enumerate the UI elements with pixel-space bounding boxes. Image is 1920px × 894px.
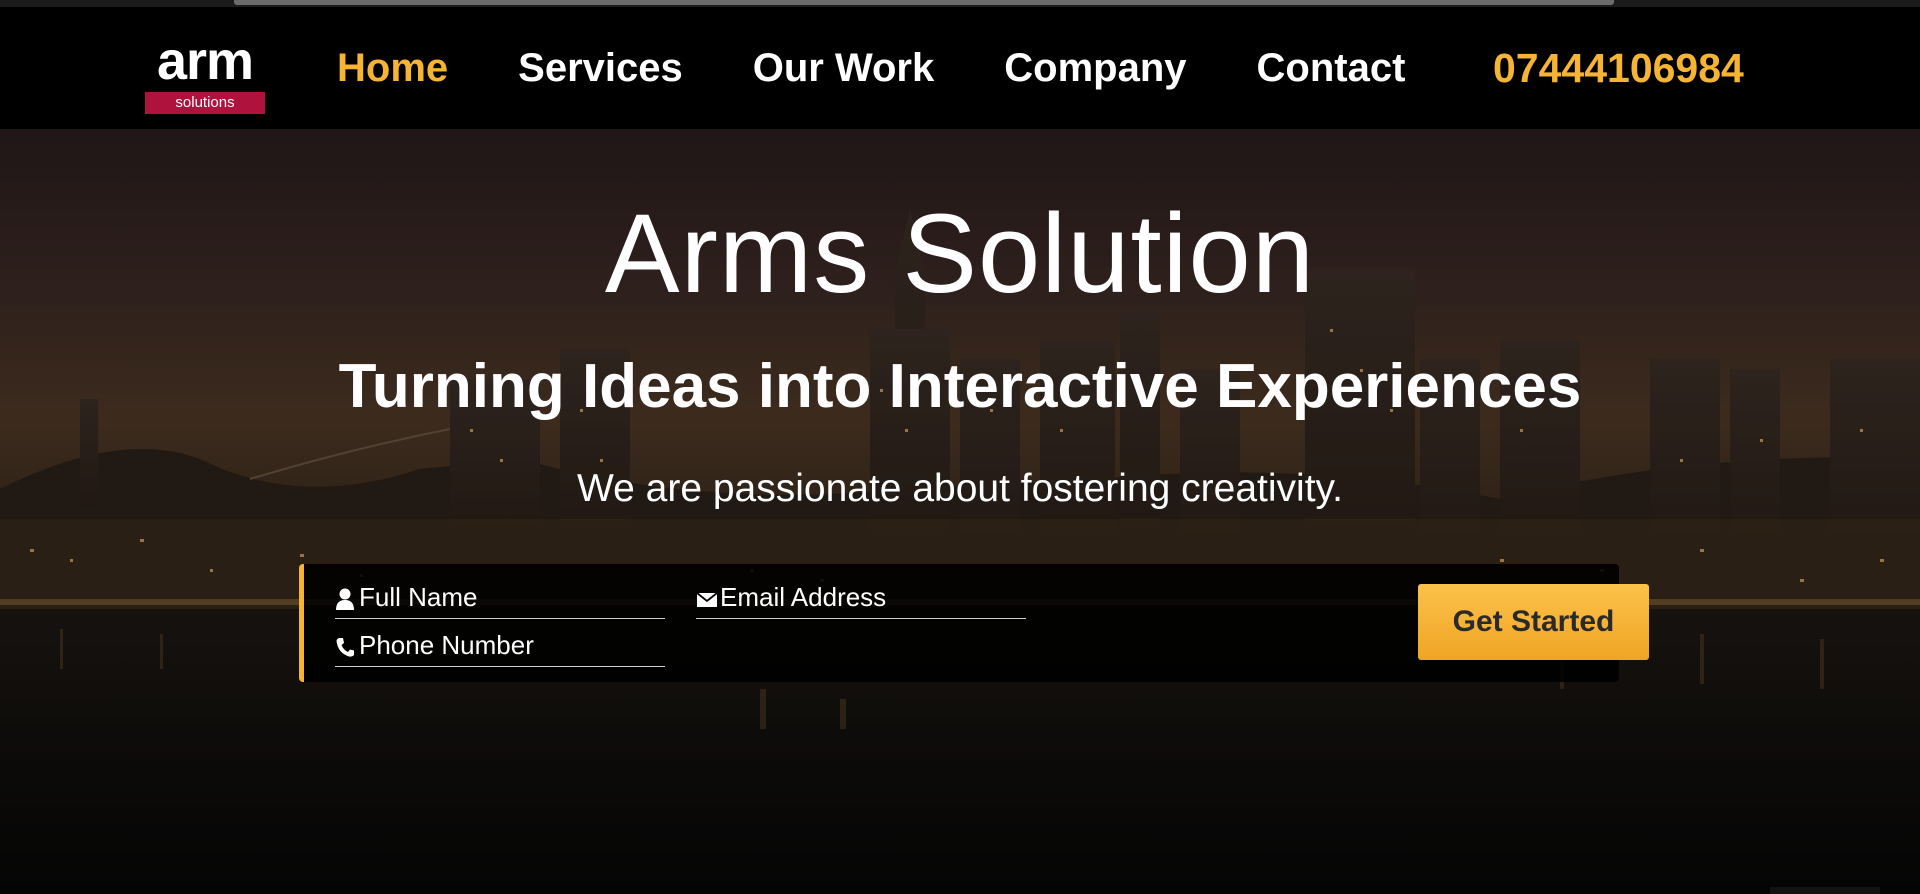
- nav-item-company[interactable]: Company: [1004, 46, 1186, 91]
- hero-tagline: We are passionate about fostering creati…: [577, 467, 1343, 510]
- logo-tagline: solutions: [145, 92, 265, 114]
- envelope-icon: [696, 587, 718, 613]
- browser-scrollbar[interactable]: [0, 0, 1920, 7]
- nav-item-contact[interactable]: Contact: [1257, 46, 1406, 91]
- phone-icon: [335, 635, 357, 661]
- full-name-field[interactable]: Full Name: [335, 579, 665, 619]
- image-watermark: [1770, 887, 1880, 894]
- lead-form: Full Name Email Address Phone Number Get…: [299, 564, 1649, 682]
- hero-section: Arms Solution Turning Ideas into Interac…: [0, 129, 1920, 894]
- get-started-button[interactable]: Get Started: [1418, 584, 1649, 660]
- email-placeholder: Email Address: [720, 582, 887, 612]
- phone-field[interactable]: Phone Number: [335, 627, 665, 667]
- user-icon: [335, 587, 357, 613]
- nav-item-our-work[interactable]: Our Work: [753, 46, 935, 91]
- site-header: arm solutions Home Services Our Work Com…: [0, 7, 1920, 129]
- nav-item-home[interactable]: Home: [337, 46, 448, 91]
- hero-subtitle: Turning Ideas into Interactive Experienc…: [338, 352, 1582, 421]
- main-nav: Home Services Our Work Company Contact: [337, 7, 1475, 129]
- logo-wordmark: arm: [156, 31, 254, 91]
- full-name-placeholder: Full Name: [359, 582, 478, 612]
- scrollbar-thumb[interactable]: [234, 0, 1614, 5]
- phone-number-link[interactable]: 07444106984: [1493, 7, 1744, 129]
- hero-title: Arms Solution: [604, 191, 1316, 316]
- phone-placeholder: Phone Number: [359, 630, 534, 660]
- site-logo[interactable]: arm solutions: [145, 33, 265, 117]
- nav-item-services[interactable]: Services: [518, 46, 683, 91]
- email-field[interactable]: Email Address: [696, 579, 1026, 619]
